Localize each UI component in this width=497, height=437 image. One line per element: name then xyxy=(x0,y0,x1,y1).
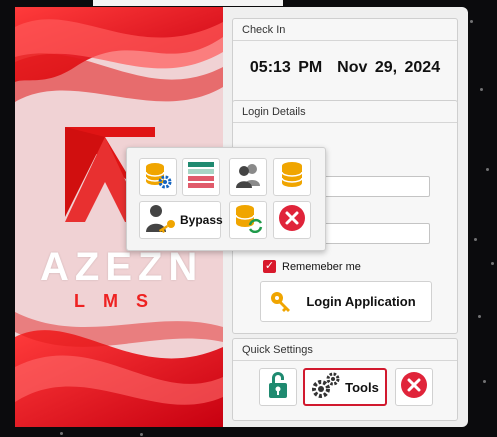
users-button[interactable] xyxy=(229,158,267,196)
users-icon xyxy=(233,160,263,195)
unlock-button[interactable] xyxy=(259,368,297,406)
remember-label: Rememeber me xyxy=(282,260,361,273)
login-button-label: Login Application xyxy=(306,294,416,309)
top-window-edge xyxy=(93,0,283,6)
login-title: Login Details xyxy=(233,101,457,123)
close-icon xyxy=(400,371,428,404)
database-settings-button[interactable] xyxy=(139,158,177,196)
tools-popup: Bypass xyxy=(126,147,326,251)
database-refresh-button[interactable] xyxy=(229,201,267,239)
bypass-label: Bypass xyxy=(180,213,223,227)
gears-icon xyxy=(311,371,341,404)
brand-subtitle: LMS xyxy=(74,291,166,311)
close-icon xyxy=(278,204,306,237)
database-icon xyxy=(279,160,305,195)
unlock-icon xyxy=(267,371,289,404)
popup-close-button[interactable] xyxy=(273,201,311,239)
key-icon xyxy=(261,290,301,314)
exit-button[interactable] xyxy=(395,368,433,406)
quick-settings-title: Quick Settings xyxy=(233,339,457,361)
remember-checkbox[interactable]: ✓ xyxy=(263,260,276,273)
checkin-title: Check In xyxy=(233,19,457,41)
records-button[interactable] xyxy=(182,158,220,196)
brand-name: AZEZN xyxy=(40,245,204,289)
database-settings-icon xyxy=(143,160,173,195)
user-key-icon xyxy=(144,202,178,239)
tools-button[interactable]: Tools xyxy=(303,368,387,406)
remember-me[interactable]: ✓ Rememeber me xyxy=(263,260,361,273)
database-button[interactable] xyxy=(273,158,311,196)
list-icon xyxy=(186,160,216,195)
quick-settings-group: Quick Settings Tools xyxy=(232,338,458,421)
login-button[interactable]: Login Application xyxy=(260,281,432,322)
checkin-datetime: 05:13 PM Nov 29, 2024 xyxy=(249,59,441,76)
bypass-button[interactable]: Bypass xyxy=(139,201,223,239)
database-refresh-icon xyxy=(233,203,263,238)
tools-label: Tools xyxy=(345,379,379,395)
checkin-group: Check In 05:13 PM Nov 29, 2024 xyxy=(232,18,458,104)
